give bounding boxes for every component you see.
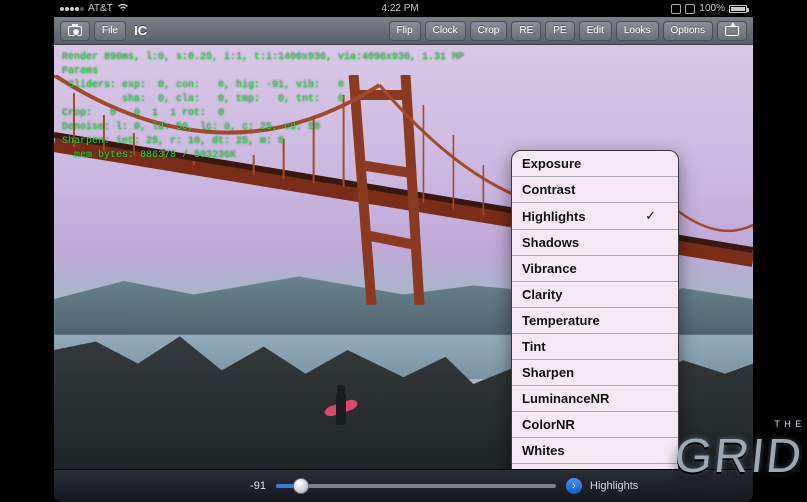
popup-item-label: Tint (522, 339, 546, 354)
share-icon (725, 26, 739, 36)
surfer-graphic (324, 385, 360, 441)
popup-item-luminancenr[interactable]: LuminanceNR (512, 386, 678, 412)
popup-item-label: Clarity (522, 287, 562, 302)
popup-item-tint[interactable]: Tint (512, 334, 678, 360)
camera-button[interactable] (60, 21, 90, 41)
looks-button[interactable]: Looks (616, 21, 659, 41)
popup-item-label: Exposure (522, 156, 581, 171)
flip-button[interactable]: Flip (389, 21, 421, 41)
highlights-slider[interactable] (276, 479, 556, 493)
popup-item-clarity[interactable]: Clarity (512, 282, 678, 308)
orientation-lock-icon (671, 4, 681, 14)
popup-item-highlights[interactable]: Highlights ✓ (512, 203, 678, 230)
popup-item-colornr[interactable]: ColorNR (512, 412, 678, 438)
display-icon (685, 4, 695, 14)
carrier-label: AT&T (88, 3, 113, 14)
popup-item-label: Sharpen (522, 365, 574, 380)
popup-item-label: Vibrance (522, 261, 577, 276)
popup-item-label: LuminanceNR (522, 391, 609, 406)
popup-item-sharpen[interactable]: Sharpen (512, 360, 678, 386)
param-picker-button[interactable]: › (566, 478, 582, 494)
popup-item-label: ColorNR (522, 417, 575, 432)
popup-item-temperature[interactable]: Temperature (512, 308, 678, 334)
app-toolbar: File IC Flip Clock Crop RE PE Edit Looks… (54, 17, 753, 45)
options-button[interactable]: Options (663, 21, 713, 41)
debug-overlay: Render 890ms, l:0, s:0.25, i:1, t:i:1400… (62, 51, 464, 163)
grid-logo-sub: T H E (775, 419, 803, 429)
popup-item-label: Whites (522, 443, 565, 458)
popup-item-shadows[interactable]: Shadows (512, 230, 678, 256)
clock-label: 4:22 PM (382, 3, 419, 14)
checkmark-icon: ✓ (645, 208, 656, 224)
edit-button[interactable]: Edit (579, 21, 612, 41)
slider-param-label: Highlights (590, 480, 638, 492)
popup-item-whites[interactable]: Whites (512, 438, 678, 464)
pe-button[interactable]: PE (545, 21, 574, 41)
app-title: IC (130, 23, 151, 38)
popup-item-contrast[interactable]: Contrast (512, 177, 678, 203)
grid-logo-main: GRID (672, 430, 806, 483)
re-button[interactable]: RE (511, 21, 541, 41)
ipad-frame: AT&T 4:22 PM 100% File IC Flip Clock Cro… (54, 0, 753, 502)
slider-thumb[interactable] (293, 478, 309, 494)
popup-item-label: Highlights (522, 209, 586, 224)
share-button[interactable] (717, 21, 747, 41)
grid-logo: T H E GRID (672, 429, 806, 484)
popup-item-exposure[interactable]: Exposure (512, 151, 678, 177)
popup-item-vibrance[interactable]: Vibrance (512, 256, 678, 282)
file-button[interactable]: File (94, 21, 126, 41)
clock-button[interactable]: Clock (425, 21, 466, 41)
popup-item-label: Temperature (522, 313, 600, 328)
popup-item-label: Contrast (522, 182, 575, 197)
popup-item-label: Shadows (522, 235, 579, 250)
slider-value-label: -91 (224, 480, 266, 492)
battery-percent-label: 100% (699, 3, 725, 14)
signal-dots-icon (60, 7, 84, 11)
crop-button[interactable]: Crop (470, 21, 508, 41)
photo-canvas[interactable]: Render 890ms, l:0, s:0.25, i:1, t:i:1400… (54, 45, 753, 469)
ios-status-bar: AT&T 4:22 PM 100% (54, 0, 753, 17)
battery-icon (729, 5, 747, 13)
camera-icon (68, 26, 82, 36)
slider-bar: -91 › Highlights (54, 469, 753, 502)
adjustments-popup: Exposure Contrast Highlights ✓ Shadows Vibran… (511, 150, 679, 469)
wifi-icon (117, 3, 129, 15)
